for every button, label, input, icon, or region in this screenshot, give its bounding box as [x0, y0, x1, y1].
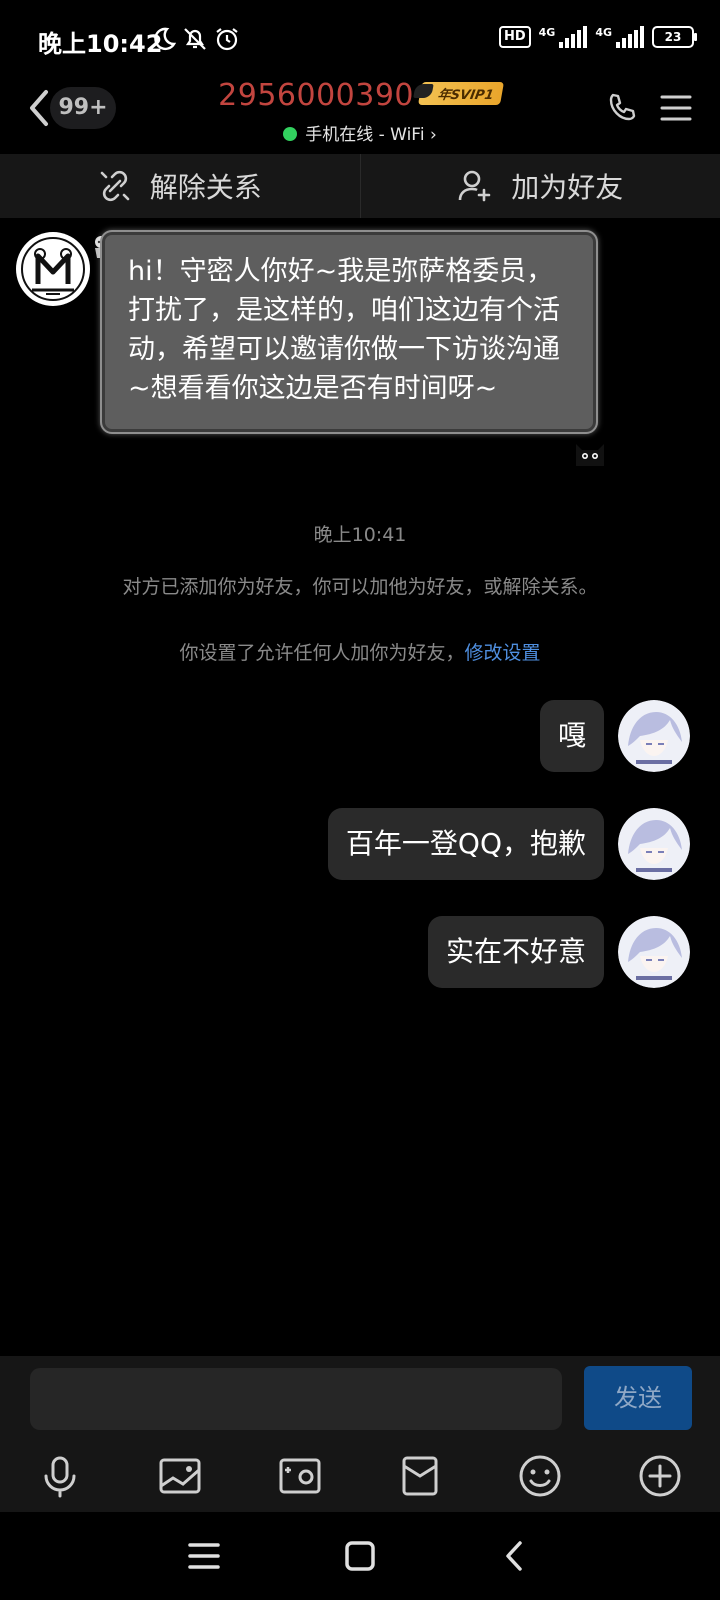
anime-avatar-icon — [618, 808, 690, 880]
anime-avatar-icon — [618, 916, 690, 988]
contact-avatar-emblem-icon — [18, 234, 88, 304]
send-button[interactable]: 发送 — [584, 1366, 692, 1430]
battery-icon: 23 — [652, 26, 697, 48]
status-time: 晚上10:42 — [38, 30, 163, 58]
contact-avatar[interactable] — [16, 232, 90, 306]
signal-icon: 4G — [539, 26, 588, 48]
online-dot-icon — [283, 127, 298, 141]
add-user-icon — [458, 170, 491, 202]
phone-icon[interactable] — [606, 92, 638, 124]
system-notice: 对方已添加你为好友，你可以加他为好友，或解除关系。 — [122, 576, 598, 598]
remove-relation-label: 解除关系 — [149, 171, 262, 204]
bell-off-icon — [184, 28, 206, 50]
my-avatar[interactable] — [618, 916, 690, 988]
signal-icon-2: 4G — [595, 26, 644, 48]
status-icons — [152, 26, 240, 52]
camera-icon[interactable] — [276, 1452, 324, 1500]
remove-relation-button[interactable]: 解除关系 — [0, 154, 360, 218]
modify-settings-link[interactable]: 修改设置 — [465, 642, 541, 664]
hd-badge: HD — [498, 26, 531, 48]
system-indicators: HD 4G 4G 23 — [498, 26, 697, 48]
relation-action-bar: 解除关系 加为好友 — [0, 154, 720, 218]
add-friend-label: 加为好友 — [511, 171, 624, 204]
incoming-message-bubble[interactable]: hi！守密人你好~我是弥萨格委员，打扰了，是这样的，咱们这边有个活动，希望可以邀… — [100, 230, 598, 434]
unlink-icon — [100, 170, 130, 202]
alarm-icon — [216, 28, 238, 51]
chevron-right-icon: › — [429, 125, 437, 145]
microphone-icon[interactable] — [36, 1452, 84, 1500]
red-packet-icon[interactable] — [396, 1452, 444, 1500]
privacy-notice: 你设置了允许任何人加你为好友，修改设置 — [0, 638, 720, 665]
svip-badge[interactable]: 年SVIP1 — [417, 82, 504, 105]
outgoing-message-bubble[interactable]: 嘎 — [539, 700, 604, 772]
outgoing-message-row: 百年一登QQ，抱歉 — [327, 808, 690, 880]
privacy-notice-text: 你设置了允许任何人加你为好友， — [179, 642, 465, 664]
moon-icon — [154, 27, 176, 51]
message-input[interactable] — [30, 1368, 562, 1430]
network-label-1: 4G — [538, 26, 556, 39]
outgoing-message-row: 嘎 — [539, 700, 690, 772]
my-avatar[interactable] — [618, 700, 690, 772]
nav-menu-icon[interactable] — [184, 1538, 224, 1574]
contact-name[interactable]: 2956000390 — [218, 78, 414, 113]
bubble-cat-decoration-icon — [576, 444, 604, 466]
plus-icon[interactable] — [636, 1452, 684, 1500]
presence-text: 手机在线 - WiFi — [305, 125, 425, 145]
nav-home-icon[interactable] — [340, 1538, 380, 1574]
nav-back-icon[interactable] — [496, 1538, 536, 1574]
outgoing-message-bubble[interactable]: 百年一登QQ，抱歉 — [327, 808, 604, 880]
network-label-2: 4G — [595, 26, 612, 39]
add-friend-button[interactable]: 加为好友 — [359, 154, 720, 218]
outgoing-message-row: 实在不好意 — [427, 916, 690, 988]
anime-avatar-icon — [618, 700, 690, 772]
emoji-icon[interactable] — [516, 1452, 564, 1500]
my-avatar[interactable] — [618, 808, 690, 880]
outgoing-message-bubble[interactable]: 实在不好意 — [427, 916, 604, 988]
message-timestamp: 晚上10:41 — [313, 524, 407, 546]
menu-icon[interactable] — [660, 94, 692, 122]
image-icon[interactable] — [156, 1452, 204, 1500]
